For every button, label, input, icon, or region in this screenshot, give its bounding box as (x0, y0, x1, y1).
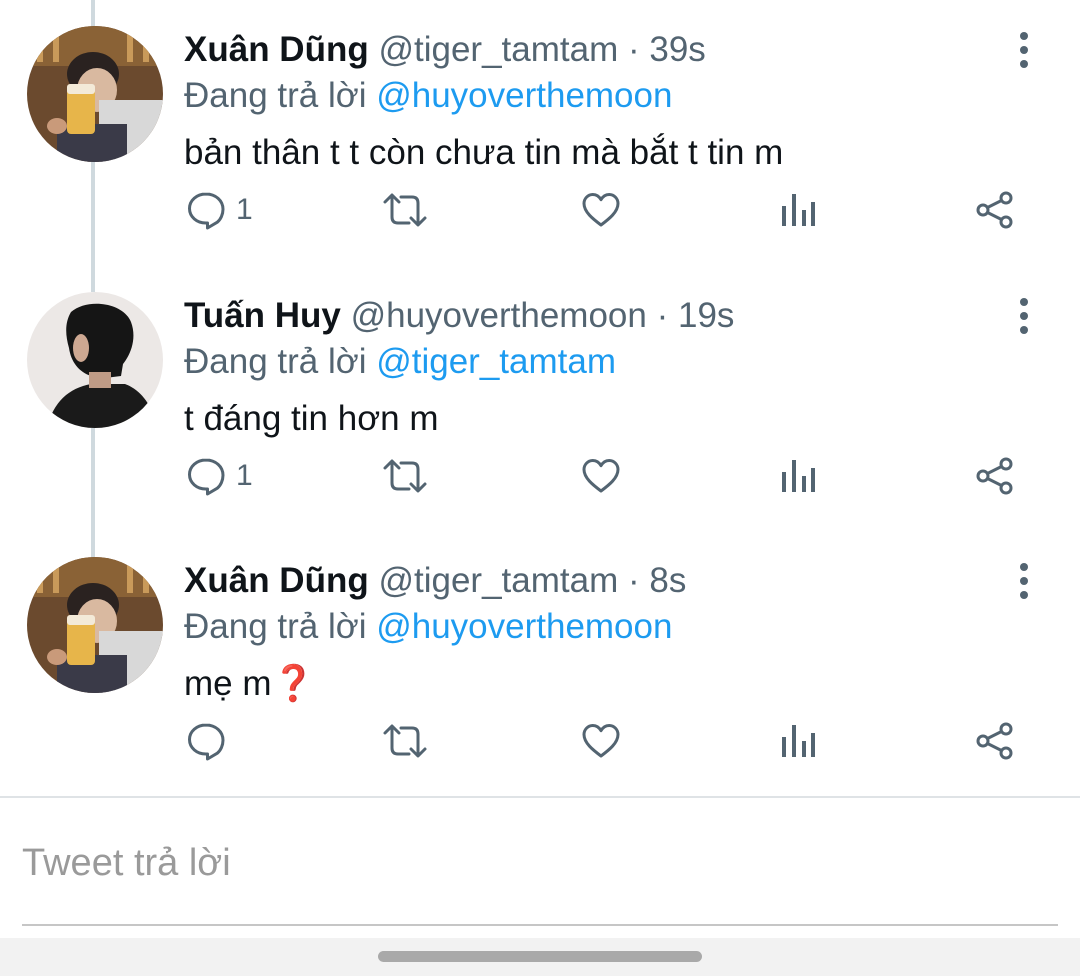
share-button[interactable] (975, 448, 1015, 504)
replying-to-label: Đang trả lời (184, 607, 367, 646)
avatar[interactable] (27, 26, 163, 162)
analytics-button[interactable] (779, 448, 819, 504)
analytics-button[interactable] (779, 182, 819, 238)
replying-to-mention[interactable]: @tiger_tamtam (376, 342, 616, 381)
retweet-button[interactable] (381, 448, 429, 504)
tweet[interactable]: Tuấn Huy @huyoverthemoon · 19s Đang trả … (0, 266, 1080, 530)
analytics-icon (782, 460, 815, 492)
tweet-actions (0, 713, 1080, 769)
tweet-header: Tuấn Huy @huyoverthemoon · 19s (184, 294, 734, 338)
replying-to-label: Đang trả lời (184, 342, 367, 381)
retweet-icon (383, 459, 427, 493)
avatar[interactable] (27, 557, 163, 693)
tweet-actions: 1 (0, 182, 1080, 238)
beer-photo-avatar (27, 26, 163, 162)
avatar[interactable] (27, 292, 163, 428)
retweet-button[interactable] (381, 713, 429, 769)
like-button[interactable] (581, 182, 621, 238)
like-button[interactable] (581, 448, 621, 504)
tweet[interactable]: Xuân Dũng @tiger_tamtam · 39s Đang trả l… (0, 0, 1080, 264)
share-icon (976, 191, 1013, 229)
user-handle[interactable]: @huyoverthemoon (351, 296, 647, 335)
heart-icon (582, 193, 620, 227)
share-icon (976, 722, 1013, 760)
reply-button[interactable]: 1 (186, 448, 266, 504)
reply-button[interactable]: 1 (186, 182, 266, 238)
beer-photo-avatar (27, 557, 163, 693)
replying-to: Đang trả lời @tiger_tamtam (184, 340, 616, 384)
replying-to: Đang trả lời @huyoverthemoon (184, 605, 672, 649)
tweet-actions: 1 (0, 448, 1080, 504)
timestamp[interactable]: 19s (678, 296, 734, 335)
reply-count: 1 (236, 459, 253, 492)
replying-to-mention[interactable]: @huyoverthemoon (376, 607, 672, 646)
retweet-icon (383, 193, 427, 227)
replying-to-mention[interactable]: @huyoverthemoon (376, 76, 672, 115)
like-button[interactable] (581, 713, 621, 769)
analytics-button[interactable] (779, 713, 819, 769)
reply-input-underline (22, 924, 1058, 926)
reply-button[interactable] (186, 713, 266, 769)
tweet-header: Xuân Dũng @tiger_tamtam · 39s (184, 28, 706, 72)
more-options-button[interactable] (1004, 26, 1044, 74)
meta-separator: · (656, 296, 669, 335)
replying-to-label: Đang trả lời (184, 76, 367, 115)
display-name[interactable]: Tuấn Huy (184, 296, 341, 335)
tweet-text: t đáng tin hơn m (184, 399, 439, 438)
home-gesture-handle[interactable] (378, 951, 702, 962)
more-options-button[interactable] (1004, 292, 1044, 340)
tweet-header: Xuân Dũng @tiger_tamtam · 8s (184, 559, 686, 603)
replying-to: Đang trả lời @huyoverthemoon (184, 74, 672, 118)
retweet-button[interactable] (381, 182, 429, 238)
tweet-text: mẹ m❓ (184, 664, 316, 703)
profile-silhouette-avatar (27, 292, 163, 428)
tweet-thread-screen: Xuân Dũng @tiger_tamtam · 39s Đang trả l… (0, 0, 1080, 976)
more-vertical-icon (1020, 563, 1028, 599)
share-icon (976, 457, 1013, 495)
reply-icon (188, 192, 225, 230)
reply-count: 1 (236, 193, 253, 226)
analytics-icon (782, 725, 815, 757)
share-button[interactable] (975, 713, 1015, 769)
user-handle[interactable]: @tiger_tamtam (378, 30, 618, 69)
user-handle[interactable]: @tiger_tamtam (378, 561, 618, 600)
reply-icon (188, 458, 225, 496)
more-vertical-icon (1020, 298, 1028, 334)
retweet-icon (383, 724, 427, 758)
heart-icon (582, 459, 620, 493)
timestamp[interactable]: 8s (649, 561, 686, 600)
display-name[interactable]: Xuân Dũng (184, 30, 369, 69)
reply-composer[interactable]: Tweet trả lời (0, 798, 1080, 938)
tweet[interactable]: Xuân Dũng @tiger_tamtam · 8s Đang trả lờ… (0, 531, 1080, 795)
reply-input[interactable]: Tweet trả lời (22, 838, 231, 888)
timestamp[interactable]: 39s (649, 30, 705, 69)
system-navigation-bar (0, 938, 1080, 976)
reply-icon (188, 723, 225, 761)
tweet-text: bản thân t t còn chưa tin mà bắt t tin m (184, 133, 784, 172)
more-options-button[interactable] (1004, 557, 1044, 605)
meta-separator: · (627, 30, 640, 69)
share-button[interactable] (975, 182, 1015, 238)
more-vertical-icon (1020, 32, 1028, 68)
display-name[interactable]: Xuân Dũng (184, 561, 369, 600)
analytics-icon (782, 194, 815, 226)
meta-separator: · (627, 561, 640, 600)
heart-icon (582, 724, 620, 758)
